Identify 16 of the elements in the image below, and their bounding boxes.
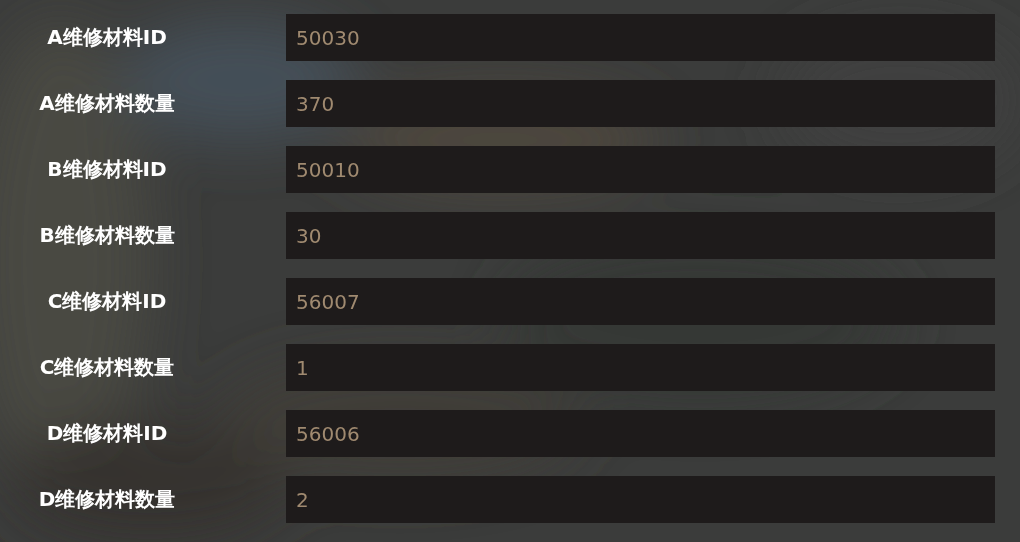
field-label: C维修材料ID xyxy=(46,288,168,315)
input-field[interactable]: 2 xyxy=(286,476,995,523)
input-field[interactable]: 56007 xyxy=(286,278,995,325)
field-label: A维修材料数量 xyxy=(38,90,176,117)
input-field[interactable]: 1 xyxy=(286,344,995,391)
field-label: B维修材料数量 xyxy=(38,222,176,249)
field-label: D维修材料ID xyxy=(45,420,169,447)
input-field[interactable]: 30 xyxy=(286,212,995,259)
input-field[interactable]: 50010 xyxy=(286,146,995,193)
field-label: D维修材料数量 xyxy=(37,486,177,513)
field-label: A维修材料ID xyxy=(46,24,168,51)
field-label: B维修材料ID xyxy=(46,156,168,183)
input-field[interactable]: 50030 xyxy=(286,14,995,61)
field-label: C维修材料数量 xyxy=(38,354,176,381)
input-field[interactable]: 370 xyxy=(286,80,995,127)
input-field[interactable]: 56006 xyxy=(286,410,995,457)
